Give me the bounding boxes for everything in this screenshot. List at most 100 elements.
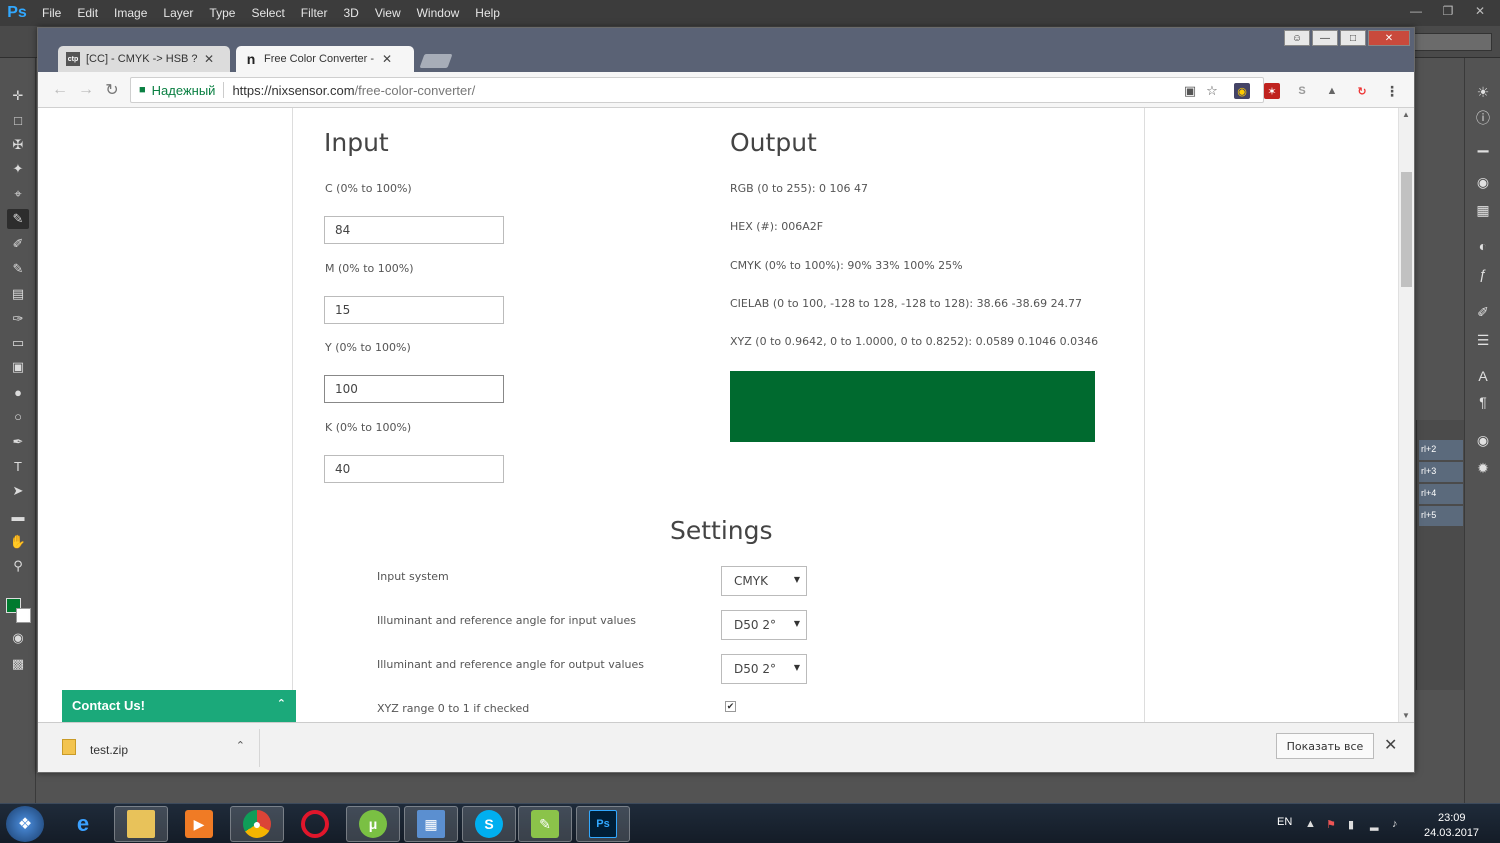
panel-row[interactable]: rl+3 (1419, 462, 1463, 482)
pencil-app-taskbar-button[interactable]: ✎ (518, 806, 572, 842)
path-selection-tool-icon[interactable]: ➤ (7, 481, 29, 501)
stamp-tool-icon[interactable]: ▤ (7, 284, 29, 304)
styles-fx-icon[interactable]: ƒ (1472, 264, 1494, 284)
menu-window[interactable]: Window (409, 0, 468, 26)
dodge-tool-icon[interactable]: ○ (7, 406, 29, 426)
menu-filter[interactable]: Filter (293, 0, 336, 26)
paragraph-icon[interactable]: ¶ (1472, 392, 1494, 412)
scroll-down-icon[interactable]: ▼ (1402, 711, 1410, 720)
battery-icon[interactable]: ▮ (1348, 818, 1354, 831)
menu-3d[interactable]: 3D (335, 0, 366, 26)
language-indicator[interactable]: EN (1277, 816, 1292, 828)
eraser-tool-icon[interactable]: ▭ (7, 333, 29, 353)
reload-icon[interactable]: ↻ (102, 80, 122, 100)
magic-wand-tool-icon[interactable]: ✦ (7, 159, 29, 179)
clock-time[interactable]: 23:09 (1438, 812, 1466, 824)
scroll-up-icon[interactable]: ▲ (1402, 110, 1410, 119)
control-panel-taskbar-button[interactable]: ▦ (404, 806, 458, 842)
swatches-grid-icon[interactable]: ▦ (1472, 200, 1494, 220)
paths-icon[interactable]: ✹ (1472, 458, 1494, 478)
move-tool-icon[interactable]: ✛ (7, 86, 29, 106)
extension-skype-icon[interactable]: S (1294, 83, 1310, 99)
utorrent-taskbar-button[interactable]: μ (346, 806, 400, 842)
contact-us-widget[interactable]: Contact Us! ⌃ (62, 690, 296, 722)
panel-row[interactable]: rl+2 (1419, 440, 1463, 460)
brightness-icon[interactable]: ☀ (1472, 82, 1494, 102)
k-input[interactable]: 40 (324, 455, 504, 483)
restore-icon[interactable]: ❐ (1434, 0, 1462, 22)
menu-type[interactable]: Type (201, 0, 243, 26)
pen-tool-icon[interactable]: ✒ (7, 432, 29, 452)
network-flag-icon[interactable]: ⚑ (1326, 818, 1336, 831)
maximize-icon[interactable]: □ (1340, 30, 1366, 46)
tab-free-color-converter[interactable]: n Free Color Converter - R ✕ (236, 46, 414, 72)
close-icon[interactable]: ✕ (1384, 735, 1397, 755)
color-palette-icon[interactable]: ◉ (1472, 172, 1494, 192)
menu-kebab-icon[interactable]: ⋮ (1384, 83, 1400, 99)
c-input[interactable]: 84 (324, 216, 504, 244)
brush-settings-icon[interactable]: ✐ (1472, 302, 1494, 322)
histogram-icon[interactable]: ▁ (1472, 134, 1494, 154)
input-illuminant-select[interactable]: D50 2° ▼ (721, 610, 807, 640)
skype-taskbar-button[interactable]: S (462, 806, 516, 842)
brush-tool-icon[interactable]: ✎ (7, 259, 29, 279)
volume-icon[interactable]: ♪ (1392, 818, 1398, 830)
tab-close-icon[interactable]: ✕ (382, 52, 392, 66)
forward-icon[interactable]: → (76, 80, 96, 100)
history-brush-tool-icon[interactable]: ✑ (7, 309, 29, 329)
show-all-downloads-button[interactable]: Показать все (1276, 733, 1374, 759)
menu-select[interactable]: Select (243, 0, 292, 26)
close-icon[interactable]: ✕ (1466, 0, 1494, 22)
quick-mask-icon[interactable]: ◉ (7, 628, 29, 648)
photoshop-taskbar-button[interactable]: Ps (576, 806, 630, 842)
signal-icon[interactable]: ▂ (1370, 818, 1378, 831)
menu-image[interactable]: Image (106, 0, 155, 26)
media-player-taskbar-button[interactable]: ▶ (172, 806, 226, 842)
minimize-icon[interactable]: — (1402, 0, 1430, 22)
chevron-up-icon[interactable]: ⌃ (236, 739, 245, 752)
marquee-tool-icon[interactable]: □ (7, 110, 29, 130)
tab-cmyk-hsb[interactable]: ctp [CC] - CMYK -> HSB ? | C ✕ (58, 46, 230, 72)
options-field[interactable] (1410, 33, 1492, 51)
character-icon[interactable]: A (1472, 366, 1494, 386)
eyedropper-tool-icon[interactable]: ✎ (7, 209, 29, 229)
bookmark-star-icon[interactable]: ☆ (1203, 82, 1221, 100)
panel-row[interactable]: rl+4 (1419, 484, 1463, 504)
close-icon[interactable]: ✕ (1368, 30, 1410, 46)
minimize-icon[interactable]: — (1312, 30, 1338, 46)
menu-view[interactable]: View (367, 0, 409, 26)
gradient-tool-icon[interactable]: ▣ (7, 357, 29, 377)
adjustments-icon[interactable]: ◐ (1472, 236, 1494, 256)
blur-tool-icon[interactable]: ● (7, 382, 29, 402)
opera-taskbar-button[interactable] (288, 806, 342, 842)
back-icon[interactable]: ← (50, 80, 70, 100)
new-tab-button[interactable] (419, 54, 453, 68)
extension-colorpick-icon[interactable]: ◉ (1234, 83, 1250, 99)
menu-file[interactable]: File (34, 0, 69, 26)
scroll-thumb[interactable] (1401, 172, 1412, 287)
panel-row[interactable]: rl+5 (1419, 506, 1463, 526)
download-item[interactable]: test.zip ⌃ (48, 729, 260, 767)
tab-close-icon[interactable]: ✕ (204, 52, 214, 66)
y-input[interactable]: 100 (324, 375, 504, 403)
extension-lastpass-icon[interactable]: ↻ (1354, 83, 1370, 99)
output-illuminant-select[interactable]: D50 2° ▼ (721, 654, 807, 684)
page-scrollbar[interactable]: ▲ ▼ (1398, 108, 1414, 722)
tray-expand-icon[interactable]: ▲ (1305, 818, 1316, 830)
menu-help[interactable]: Help (467, 0, 508, 26)
menu-edit[interactable]: Edit (69, 0, 106, 26)
layers-icon[interactable]: ◉ (1472, 430, 1494, 450)
start-button[interactable]: ❖ (6, 806, 44, 842)
translate-icon[interactable]: ▣ (1181, 82, 1199, 100)
healing-brush-tool-icon[interactable]: ✐ (7, 234, 29, 254)
extension-pdf-icon[interactable]: ✶ (1264, 83, 1280, 99)
address-bar[interactable]: ■ Надежный https://nixsensor.com/free-co… (130, 77, 1264, 103)
input-system-select[interactable]: CMYK ▼ (721, 566, 807, 596)
crop-tool-icon[interactable]: ⌖ (7, 184, 29, 204)
extension-vpn-icon[interactable]: ▲ (1324, 83, 1340, 99)
properties-sliders-icon[interactable]: ☰ (1472, 330, 1494, 350)
background-color-swatch[interactable] (16, 608, 31, 623)
profile-icon[interactable]: ☺ (1284, 30, 1310, 46)
ie-taskbar-button[interactable]: e (56, 806, 110, 842)
lasso-tool-icon[interactable]: ✠ (7, 135, 29, 155)
